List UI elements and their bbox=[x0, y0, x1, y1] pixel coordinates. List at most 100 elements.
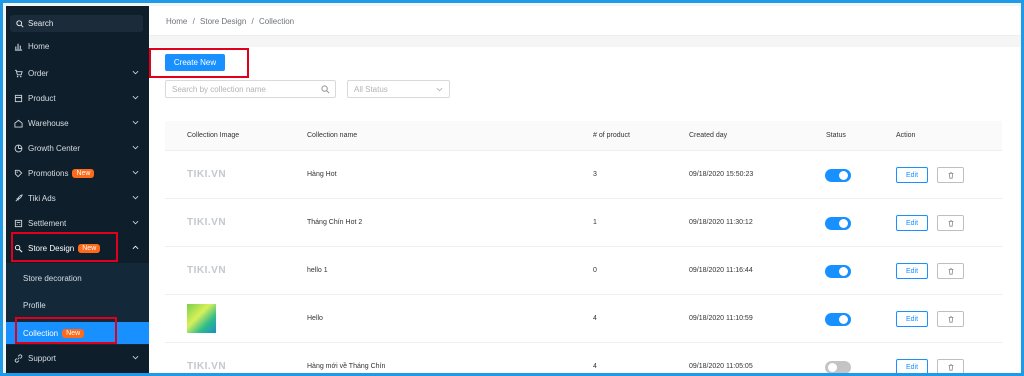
top-bar: Home / Store Design / Collection bbox=[149, 6, 1021, 36]
search-input[interactable]: Search by collection name bbox=[165, 80, 336, 98]
edit-button[interactable]: Edit bbox=[896, 167, 928, 183]
chevron-down-icon bbox=[132, 70, 139, 75]
status-toggle[interactable] bbox=[825, 313, 851, 326]
trash-icon bbox=[948, 316, 953, 323]
product-count: 4 bbox=[593, 363, 597, 370]
collection-image: TIKI.VN bbox=[187, 361, 227, 372]
sidebar-item-order[interactable]: Order bbox=[6, 63, 149, 83]
collection-name: Hàng mới về Tháng Chín bbox=[307, 363, 386, 370]
toggle-knob bbox=[839, 315, 848, 324]
chevron-down-icon bbox=[132, 220, 139, 225]
sidebar-item-label: Product bbox=[28, 93, 56, 103]
sidebar-item-warehouse[interactable]: Warehouse bbox=[6, 113, 149, 133]
sidebar-item-label: Home bbox=[28, 41, 50, 51]
sidebar-item-label: Support bbox=[28, 353, 57, 363]
sidebar-item-home[interactable]: Home bbox=[6, 36, 149, 56]
search-icon[interactable] bbox=[321, 85, 330, 94]
table-row: TIKI.VN Hàng mới về Tháng Chín 4 09/18/2… bbox=[165, 343, 1002, 373]
toggle-knob bbox=[839, 267, 848, 276]
created-day: 09/18/2020 11:10:59 bbox=[689, 315, 753, 322]
submenu-item-store-decoration[interactable]: Store decoration bbox=[6, 267, 149, 289]
chevron-down-icon bbox=[132, 195, 139, 200]
search-icon bbox=[16, 19, 24, 28]
warehouse-icon bbox=[14, 119, 23, 128]
sidebar-search-label: Search bbox=[28, 19, 54, 28]
box-icon bbox=[14, 94, 23, 102]
edit-button[interactable]: Edit bbox=[896, 263, 928, 279]
status-select[interactable]: All Status bbox=[347, 80, 450, 98]
edit-button[interactable]: Edit bbox=[896, 359, 928, 373]
link-icon bbox=[14, 353, 23, 363]
created-day: 09/18/2020 11:05:05 bbox=[689, 363, 753, 370]
pie-icon bbox=[14, 144, 23, 152]
edit-button[interactable]: Edit bbox=[896, 215, 928, 231]
sidebar-search[interactable]: Search bbox=[10, 15, 143, 32]
status-toggle[interactable] bbox=[825, 361, 851, 373]
search-placeholder: Search by collection name bbox=[172, 84, 266, 94]
delete-button[interactable] bbox=[937, 311, 964, 327]
sidebar-item-growth-center[interactable]: Growth Center bbox=[6, 138, 149, 158]
chevron-up-icon bbox=[132, 245, 139, 250]
breadcrumb-separator: / bbox=[192, 17, 195, 26]
highlight-box bbox=[15, 317, 117, 344]
table-row: Hello 4 09/18/2020 11:10:59 Edit bbox=[165, 295, 1002, 343]
collection-name: hello 1 bbox=[307, 267, 328, 274]
collection-name: Hàng Hot bbox=[307, 171, 337, 178]
product-count: 0 bbox=[593, 267, 597, 274]
submenu-item-profile[interactable]: Profile bbox=[6, 294, 149, 316]
chevron-down-icon bbox=[132, 170, 139, 175]
sidebar-item-label: Warehouse bbox=[28, 118, 69, 128]
sidebar-item-support[interactable]: Support bbox=[6, 348, 149, 368]
sidebar-item-tiki-ads[interactable]: Tiki Ads bbox=[6, 188, 149, 208]
edit-button[interactable]: Edit bbox=[896, 311, 928, 327]
calculator-icon bbox=[14, 219, 23, 227]
table-row: TIKI.VN Hàng Hot 3 09/18/2020 15:50:23 E… bbox=[165, 151, 1002, 199]
toggle-knob bbox=[839, 219, 848, 228]
column-header: Action bbox=[896, 132, 916, 139]
created-day: 09/18/2020 11:16:44 bbox=[689, 267, 753, 274]
chevron-down-icon bbox=[436, 87, 443, 92]
delete-button[interactable] bbox=[937, 167, 964, 183]
highlight-box bbox=[11, 232, 118, 262]
trash-icon bbox=[948, 172, 953, 179]
chevron-down-icon bbox=[132, 145, 139, 150]
delete-button[interactable] bbox=[937, 359, 964, 373]
table-row: TIKI.VN Tháng Chín Hot 2 1 09/18/2020 11… bbox=[165, 199, 1002, 247]
column-header: Status bbox=[826, 132, 846, 139]
collection-image: TIKI.VN bbox=[187, 217, 227, 228]
breadcrumb-current: Collection bbox=[259, 17, 295, 26]
sidebar-item-label: Tiki Ads bbox=[28, 193, 56, 203]
created-day: 09/18/2020 15:50:23 bbox=[689, 171, 754, 178]
sidebar-item-product[interactable]: Product bbox=[6, 88, 149, 108]
created-day: 09/18/2020 11:30:12 bbox=[689, 219, 753, 226]
product-count: 4 bbox=[593, 315, 597, 322]
delete-button[interactable] bbox=[937, 215, 964, 231]
sidebar-item-label: Growth Center bbox=[28, 143, 81, 153]
submenu-item-label: Store decoration bbox=[23, 273, 82, 283]
status-toggle[interactable] bbox=[825, 217, 851, 230]
app-frame: Search Home Order Product Warehouse Grow… bbox=[0, 0, 1024, 376]
sidebar-item-settlement[interactable]: Settlement bbox=[6, 213, 149, 233]
breadcrumb-separator: / bbox=[251, 17, 254, 26]
submenu-item-label: Profile bbox=[23, 300, 46, 310]
breadcrumb-home[interactable]: Home bbox=[166, 17, 187, 26]
chevron-down-icon bbox=[132, 95, 139, 100]
table-row: TIKI.VN hello 1 0 09/18/2020 11:16:44 Ed… bbox=[165, 247, 1002, 295]
column-header: # of product bbox=[593, 132, 630, 139]
new-badge: New bbox=[72, 168, 95, 178]
delete-button[interactable] bbox=[937, 263, 964, 279]
status-toggle[interactable] bbox=[825, 265, 851, 278]
main-content: Create New Search by collection name All… bbox=[149, 47, 1021, 373]
status-toggle[interactable] bbox=[825, 169, 851, 182]
product-count: 1 bbox=[593, 219, 597, 226]
column-header: Collection Image bbox=[187, 132, 240, 139]
sidebar-item-label: Promotions bbox=[28, 168, 69, 178]
breadcrumb-store-design[interactable]: Store Design bbox=[200, 17, 246, 26]
chevron-down-icon bbox=[132, 355, 139, 360]
sidebar-item-promotions[interactable]: Promotions New bbox=[6, 163, 149, 183]
sidebar-item-label: Order bbox=[28, 68, 49, 78]
cart-icon bbox=[14, 69, 23, 77]
chevron-down-icon bbox=[132, 120, 139, 125]
table-header: Collection Image Collection name # of pr… bbox=[165, 121, 1002, 151]
collection-image: TIKI.VN bbox=[187, 265, 227, 276]
